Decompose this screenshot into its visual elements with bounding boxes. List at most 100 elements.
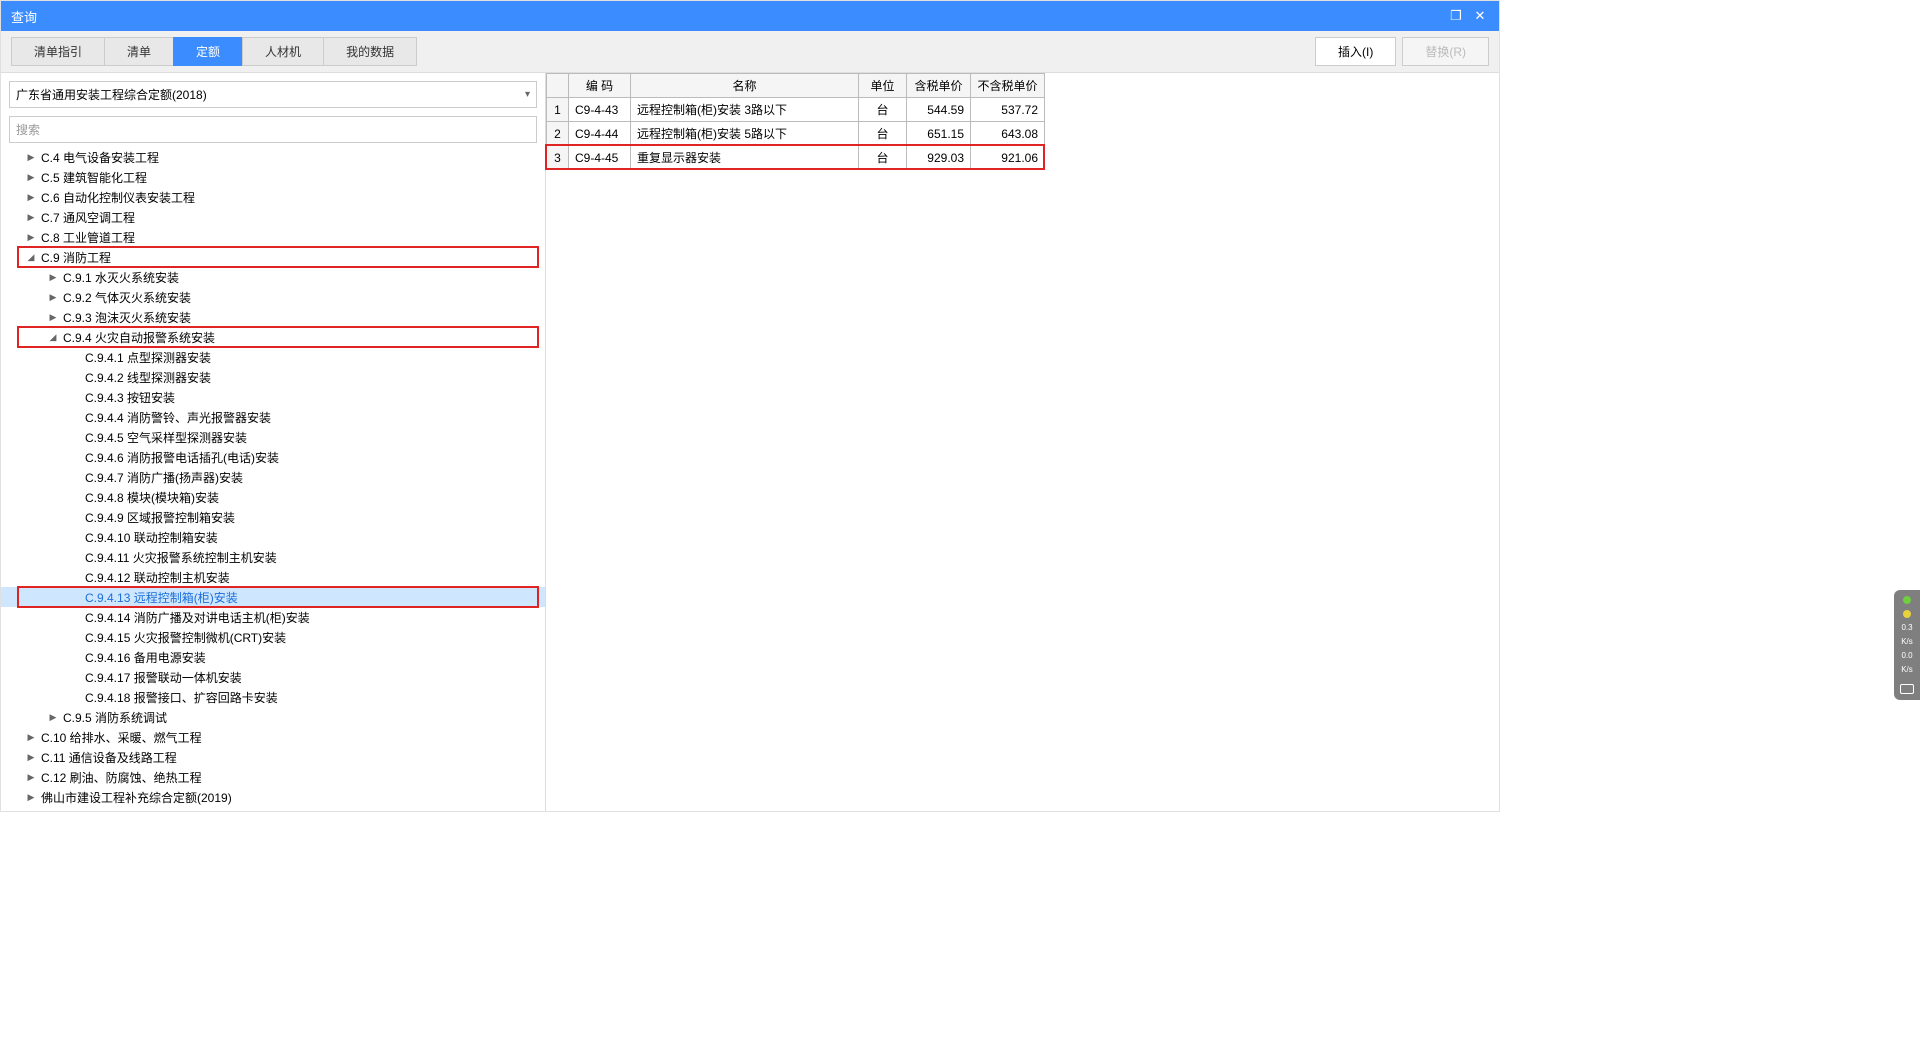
tree-item[interactable]: C.9.4.13 远程控制箱(柜)安装 (1, 587, 545, 607)
insert-button[interactable]: 插入(I) (1315, 37, 1396, 66)
cell-price-tax: 544.59 (907, 98, 971, 122)
tree-item[interactable]: ▶ C.12 刷油、防腐蚀、绝热工程 (1, 767, 545, 787)
tree-item-label: C.6 自动化控制仪表安装工程 (41, 189, 195, 206)
tree-item[interactable]: ▶C.9.1 水灭火系统安装 (1, 267, 545, 287)
chevron-right-icon[interactable]: ▶ (25, 792, 37, 803)
tree-item[interactable]: C.9.4.16 备用电源安装 (1, 647, 545, 667)
tab-2[interactable]: 定额 (173, 37, 242, 66)
col-price-tax[interactable]: 含税单价 (907, 74, 971, 98)
tree-item[interactable]: C.9.4.12 联动控制主机安装 (1, 567, 545, 587)
tree-item[interactable]: ▶C.11 通信设备及线路工程 (1, 747, 545, 767)
tab-0[interactable]: 清单指引 (11, 37, 104, 66)
row-idx: 2 (547, 122, 569, 146)
tree-item-label: C.12 刷油、防腐蚀、绝热工程 (41, 769, 202, 786)
tree-item[interactable]: ▶ C.9.2 气体灭火系统安装 (1, 287, 545, 307)
tree-item[interactable]: ▶C.4 电气设备安装工程 (1, 147, 545, 167)
tree-item[interactable]: C.9.4.5 空气采样型探测器安装 (1, 427, 545, 447)
tree-item[interactable]: ▶ C.9.3 泡沫灭火系统安装 (1, 307, 545, 327)
col-name[interactable]: 名称 (631, 74, 859, 98)
cell-unit: 台 (859, 146, 907, 170)
right-panel: 编 码 名称 单位 含税单价 不含税单价 1C9-4-43远程控制箱(柜)安装 … (546, 73, 1499, 811)
col-idx (547, 74, 569, 98)
tree-item[interactable]: ▶ C.10 给排水、采暖、燃气工程 (1, 727, 545, 747)
tab-strip: 清单指引清单定额人材机我的数据 (11, 37, 417, 66)
tree-item-label: C.9.2 气体灭火系统安装 (63, 289, 191, 306)
chevron-down-icon[interactable]: ◢ (25, 252, 37, 263)
tree-item-label: 机械费用 (41, 809, 89, 812)
tree-item[interactable]: C.9.4.4 消防警铃、声光报警器安装 (1, 407, 545, 427)
tree-item[interactable]: ◢C.9 消防工程 (1, 247, 545, 267)
chevron-right-icon[interactable]: ▶ (25, 752, 37, 763)
status-dot-green (1903, 596, 1911, 604)
restore-icon[interactable]: ❐ (1447, 7, 1465, 25)
table-row[interactable]: 2C9-4-44远程控制箱(柜)安装 5路以下台651.15643.08 (547, 122, 1045, 146)
tree-item[interactable]: C.9.4.14 消防广播及对讲电话主机(柜)安装 (1, 607, 545, 627)
table-row[interactable]: 3C9-4-45重复显示器安装台929.03921.06 (547, 146, 1045, 170)
tree-item[interactable]: ▶C.5 建筑智能化工程 (1, 167, 545, 187)
chevron-down-icon: ▾ (525, 89, 530, 100)
tree-item[interactable]: C.9.4.6 消防报警电话插孔(电话)安装 (1, 447, 545, 467)
chevron-right-icon[interactable]: ▶ (25, 212, 37, 223)
col-unit[interactable]: 单位 (859, 74, 907, 98)
tree-item-label: C.9.4.9 区域报警控制箱安装 (85, 509, 235, 526)
tree-item[interactable]: C.9.4.17 报警联动一体机安装 (1, 667, 545, 687)
norm-select[interactable]: 广东省通用安装工程综合定额(2018) ▾ (9, 81, 537, 108)
tree-item[interactable]: ▶ C.6 自动化控制仪表安装工程 (1, 187, 545, 207)
tree-item[interactable]: C.9.4.3 按钮安装 (1, 387, 545, 407)
tree-item-label: C.9.4.11 火灾报警系统控制主机安装 (85, 549, 277, 566)
tree-item[interactable]: C.9.4.1 点型探测器安装 (1, 347, 545, 367)
cell-code: C9-4-45 (569, 146, 631, 170)
tree-item-label: C.9.4.18 报警接口、扩容回路卡安装 (85, 689, 278, 706)
net-dn-unit: K/s (1901, 666, 1913, 674)
col-code[interactable]: 编 码 (569, 74, 631, 98)
chevron-right-icon[interactable]: ▶ (47, 272, 59, 283)
tree-item[interactable]: C.9.4.18 报警接口、扩容回路卡安装 (1, 687, 545, 707)
tree-item[interactable]: C.9.4.2 线型探测器安装 (1, 367, 545, 387)
search-input[interactable]: 搜索 (9, 116, 537, 143)
chevron-right-icon[interactable]: ▶ (25, 152, 37, 163)
tree-item-label: C.9.4.17 报警联动一体机安装 (85, 669, 242, 686)
tab-3[interactable]: 人材机 (242, 37, 323, 66)
tree-item[interactable]: C.9.4.9 区域报警控制箱安装 (1, 507, 545, 527)
col-price-notax[interactable]: 不含税单价 (971, 74, 1045, 98)
chevron-down-icon[interactable]: ◢ (47, 332, 59, 343)
tree-item[interactable]: ▶C.9.5 消防系统调试 (1, 707, 545, 727)
cell-name: 重复显示器安装 (631, 146, 859, 170)
chevron-right-icon[interactable]: ▶ (47, 712, 59, 723)
tree-item[interactable]: C.9.4.8 模块(模块箱)安装 (1, 487, 545, 507)
tree-item[interactable]: ▶佛山市建设工程补充综合定额(2019) (1, 787, 545, 807)
tree-item-label: C.10 给排水、采暖、燃气工程 (41, 729, 202, 746)
chevron-right-icon[interactable]: ▶ (25, 192, 37, 203)
tree-item-label: C.8 工业管道工程 (41, 229, 135, 246)
chevron-right-icon[interactable]: ▶ (25, 232, 37, 243)
cell-name: 远程控制箱(柜)安装 3路以下 (631, 98, 859, 122)
tree-item[interactable]: ◢C.9.4 火灾自动报警系统安装 (1, 327, 545, 347)
chevron-right-icon[interactable]: ▶ (25, 172, 37, 183)
tree-item[interactable]: C.9.4.15 火灾报警控制微机(CRT)安装 (1, 627, 545, 647)
close-icon[interactable]: ✕ (1471, 7, 1489, 25)
tree-item[interactable]: C.9.4.7 消防广播(扬声器)安装 (1, 467, 545, 487)
tree-item[interactable]: ▶C.7 通风空调工程 (1, 207, 545, 227)
tree-item-label: C.9.4.15 火灾报警控制微机(CRT)安装 (85, 629, 286, 646)
category-tree[interactable]: ▶C.4 电气设备安装工程▶C.5 建筑智能化工程▶C.6 自动化控制仪表安装工… (1, 147, 545, 811)
tree-item-label: C.9.4.10 联动控制箱安装 (85, 529, 218, 546)
tree-item-label: C.9.4.4 消防警铃、声光报警器安装 (85, 409, 271, 426)
tree-item[interactable]: C.9.4.10 联动控制箱安装 (1, 527, 545, 547)
tree-item[interactable]: ▶机械费用 (1, 807, 545, 811)
tree-item-label: C.9.3 泡沫灭火系统安装 (63, 309, 191, 326)
chevron-right-icon[interactable]: ▶ (47, 312, 59, 323)
cell-name: 远程控制箱(柜)安装 5路以下 (631, 122, 859, 146)
row-idx: 3 (547, 146, 569, 170)
tree-item[interactable]: ▶ C.8 工业管道工程 (1, 227, 545, 247)
table-row[interactable]: 1C9-4-43远程控制箱(柜)安装 3路以下台544.59537.72 (547, 98, 1045, 122)
net-dn-val: 0.0 (1901, 652, 1912, 660)
chevron-right-icon[interactable]: ▶ (25, 732, 37, 743)
norm-select-value: 广东省通用安装工程综合定额(2018) (16, 86, 207, 103)
tree-item[interactable]: C.9.4.11 火灾报警系统控制主机安装 (1, 547, 545, 567)
camera-icon[interactable] (1900, 684, 1914, 694)
chevron-right-icon[interactable]: ▶ (25, 772, 37, 783)
tab-4[interactable]: 我的数据 (323, 37, 417, 66)
chevron-right-icon[interactable]: ▶ (47, 292, 59, 303)
tab-1[interactable]: 清单 (104, 37, 173, 66)
result-grid[interactable]: 编 码 名称 单位 含税单价 不含税单价 1C9-4-43远程控制箱(柜)安装 … (546, 73, 1499, 170)
